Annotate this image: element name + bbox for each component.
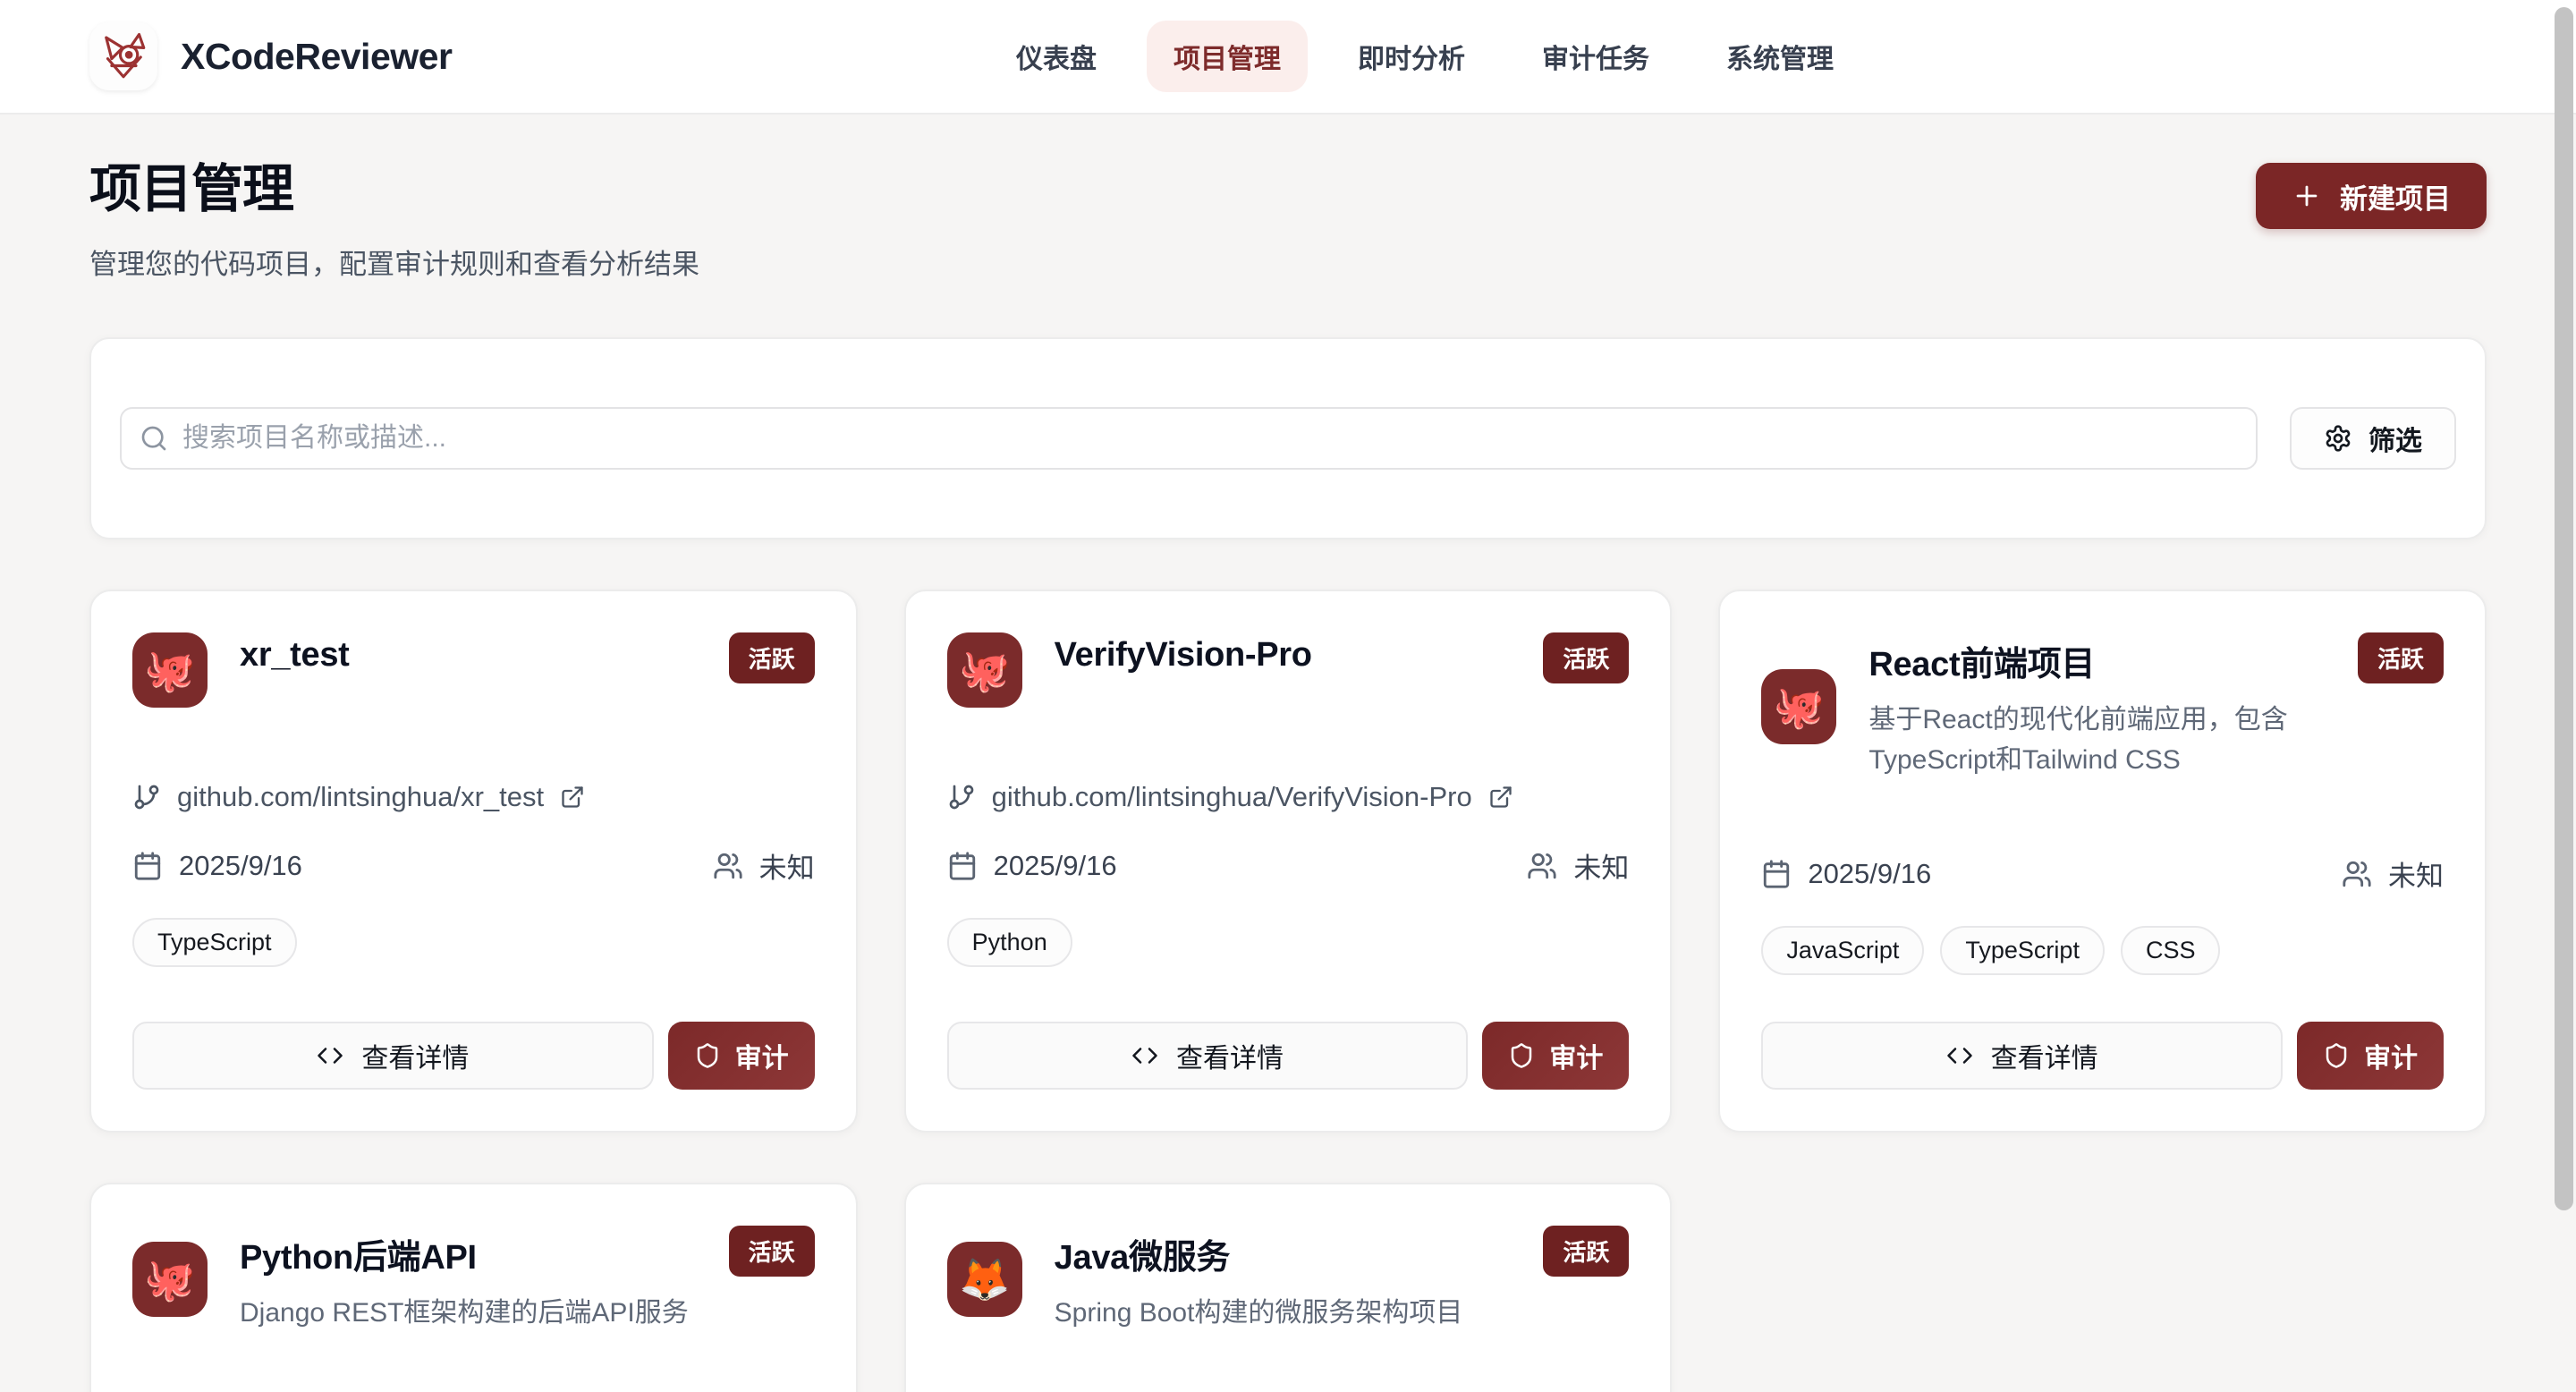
page-title: 项目管理 [89, 147, 699, 222]
repo-url[interactable]: github.com/lintsinghua/xr_test [177, 781, 544, 813]
project-avatar: 🐙 [132, 632, 208, 708]
nav-item-audit-tasks[interactable]: 审计任务 [1515, 21, 1676, 92]
card-actions: 查看详情 审计 [947, 975, 1630, 1090]
project-avatar: 🐙 [947, 632, 1022, 708]
created-date: 2025/9/16 [132, 850, 302, 882]
external-link-icon [560, 785, 585, 810]
gear-icon [2324, 424, 2352, 453]
external-link-icon [1488, 785, 1513, 810]
nav-item-system[interactable]: 系统管理 [1699, 21, 1860, 92]
created-date: 2025/9/16 [947, 850, 1117, 882]
project-name: xr_test [240, 636, 697, 675]
audit-button[interactable]: 审计 [1482, 1022, 1629, 1090]
new-project-button[interactable]: 新建项目 [2256, 163, 2487, 229]
code-icon [1131, 1042, 1158, 1069]
tag-pill: CSS [2121, 926, 2221, 975]
project-description: 基于React的现代化前端应用，包含TypeScript和Tailwind CS… [1868, 700, 2326, 780]
nav-item-projects[interactable]: 项目管理 [1147, 21, 1308, 92]
search-filter-panel: 筛选 [89, 337, 2487, 539]
calendar-icon [1761, 859, 1792, 889]
members-info: 未知 [1527, 845, 1629, 886]
scrollbar-thumb[interactable] [2555, 7, 2573, 1210]
tags-row: JavaScript TypeScript CSS [1761, 926, 2444, 975]
nav-item-dashboard[interactable]: 仪表盘 [989, 21, 1123, 92]
code-icon [1946, 1042, 1973, 1069]
page-subtitle: 管理您的代码项目，配置审计规则和查看分析结果 [89, 242, 699, 282]
meta-row: 2025/9/16 未知 [947, 845, 1630, 886]
repo-url[interactable]: github.com/lintsinghua/VerifyVision-Pro [992, 781, 1472, 813]
project-card: 🐙 xr_test 活跃 github.com/lintsinghua/xr_t… [89, 590, 858, 1133]
created-date: 2025/9/16 [1761, 858, 1931, 890]
project-card: 🦊 Java微服务 Spring Boot构建的微服务架构项目 活跃 2025/… [904, 1183, 1673, 1392]
status-badge: 活跃 [1543, 632, 1629, 683]
calendar-icon [947, 851, 978, 881]
project-card-header: 🐙 Python后端API Django REST框架构建的后端API服务 活跃 [132, 1226, 815, 1333]
tag-pill: TypeScript [132, 918, 297, 967]
shield-icon [694, 1042, 721, 1069]
tag-pill: Python [947, 918, 1072, 967]
code-icon [317, 1042, 343, 1069]
project-card-header: 🐙 xr_test 活跃 [132, 632, 815, 708]
project-name: VerifyVision-Pro [1055, 636, 1512, 675]
plus-icon [2292, 181, 2322, 211]
audit-button[interactable]: 审计 [668, 1022, 815, 1090]
view-details-button[interactable]: 查看详情 [132, 1022, 654, 1090]
search-icon [140, 424, 168, 453]
project-description: Spring Boot构建的微服务架构项目 [1055, 1293, 1512, 1333]
status-badge: 活跃 [2358, 632, 2444, 683]
search-input[interactable] [120, 407, 2258, 470]
status-badge: 活跃 [729, 632, 815, 683]
status-badge: 活跃 [729, 1226, 815, 1277]
repo-row[interactable]: github.com/lintsinghua/xr_test [132, 781, 815, 813]
project-card-header: 🐙 VerifyVision-Pro 活跃 [947, 632, 1630, 708]
project-card: 🐙 React前端项目 基于React的现代化前端应用，包含TypeScript… [1718, 590, 2487, 1133]
project-card: 🐙 VerifyVision-Pro 活跃 github.com/lintsin… [904, 590, 1673, 1133]
page-header: 项目管理 管理您的代码项目，配置审计规则和查看分析结果 新建项目 [89, 147, 2487, 282]
users-icon [2342, 859, 2372, 889]
meta-row: 2025/9/16 未知 [132, 845, 815, 886]
project-card: 🐙 Python后端API Django REST框架构建的后端API服务 活跃… [89, 1183, 858, 1392]
project-avatar: 🦊 [947, 1242, 1022, 1317]
project-name: Python后端API [240, 1229, 697, 1278]
main-nav: 仪表盘 项目管理 即时分析 审计任务 系统管理 [989, 21, 1860, 92]
view-details-button[interactable]: 查看详情 [947, 1022, 1469, 1090]
search-box [120, 407, 2258, 470]
tag-pill: JavaScript [1761, 926, 1924, 975]
audit-button[interactable]: 审计 [2297, 1022, 2444, 1090]
view-details-button[interactable]: 查看详情 [1761, 1022, 2283, 1090]
tags-row: TypeScript [132, 918, 815, 967]
git-branch-icon [947, 783, 976, 811]
project-name: Java微服务 [1055, 1229, 1512, 1278]
tag-pill: TypeScript [1940, 926, 2105, 975]
status-badge: 活跃 [1543, 1226, 1629, 1277]
git-branch-icon [132, 783, 161, 811]
shield-icon [2323, 1042, 2350, 1069]
shield-icon [1508, 1042, 1535, 1069]
project-card-header: 🐙 React前端项目 基于React的现代化前端应用，包含TypeScript… [1761, 632, 2444, 780]
members-info: 未知 [2342, 853, 2444, 894]
project-avatar: 🐙 [1761, 669, 1836, 744]
tags-row: Python [947, 918, 1630, 967]
project-description: Django REST框架构建的后端API服务 [240, 1293, 697, 1333]
app-title: XCodeReviewer [181, 36, 452, 78]
card-actions: 查看详情 审计 [1761, 975, 2444, 1090]
nav-item-instant-analysis[interactable]: 即时分析 [1331, 21, 1492, 92]
meta-row: 2025/9/16 未知 [1761, 853, 2444, 894]
card-actions: 查看详情 审计 [132, 975, 815, 1090]
repo-row[interactable]: github.com/lintsinghua/VerifyVision-Pro [947, 781, 1630, 813]
project-avatar: 🐙 [132, 1242, 208, 1317]
app-logo-icon [89, 22, 157, 90]
top-navbar: XCodeReviewer 仪表盘 项目管理 即时分析 审计任务 系统管理 [0, 0, 2576, 115]
filter-button[interactable]: 筛选 [2290, 407, 2456, 470]
users-icon [713, 851, 743, 881]
project-name: React前端项目 [1868, 636, 2326, 685]
brand[interactable]: XCodeReviewer [89, 22, 452, 90]
calendar-icon [132, 851, 163, 881]
projects-grid: 🐙 xr_test 活跃 github.com/lintsinghua/xr_t… [89, 590, 2487, 1392]
users-icon [1527, 851, 1557, 881]
members-info: 未知 [713, 845, 815, 886]
main-content: 项目管理 管理您的代码项目，配置审计规则和查看分析结果 新建项目 筛选 🐙 xr… [0, 147, 2576, 1392]
project-card-header: 🦊 Java微服务 Spring Boot构建的微服务架构项目 活跃 [947, 1226, 1630, 1333]
